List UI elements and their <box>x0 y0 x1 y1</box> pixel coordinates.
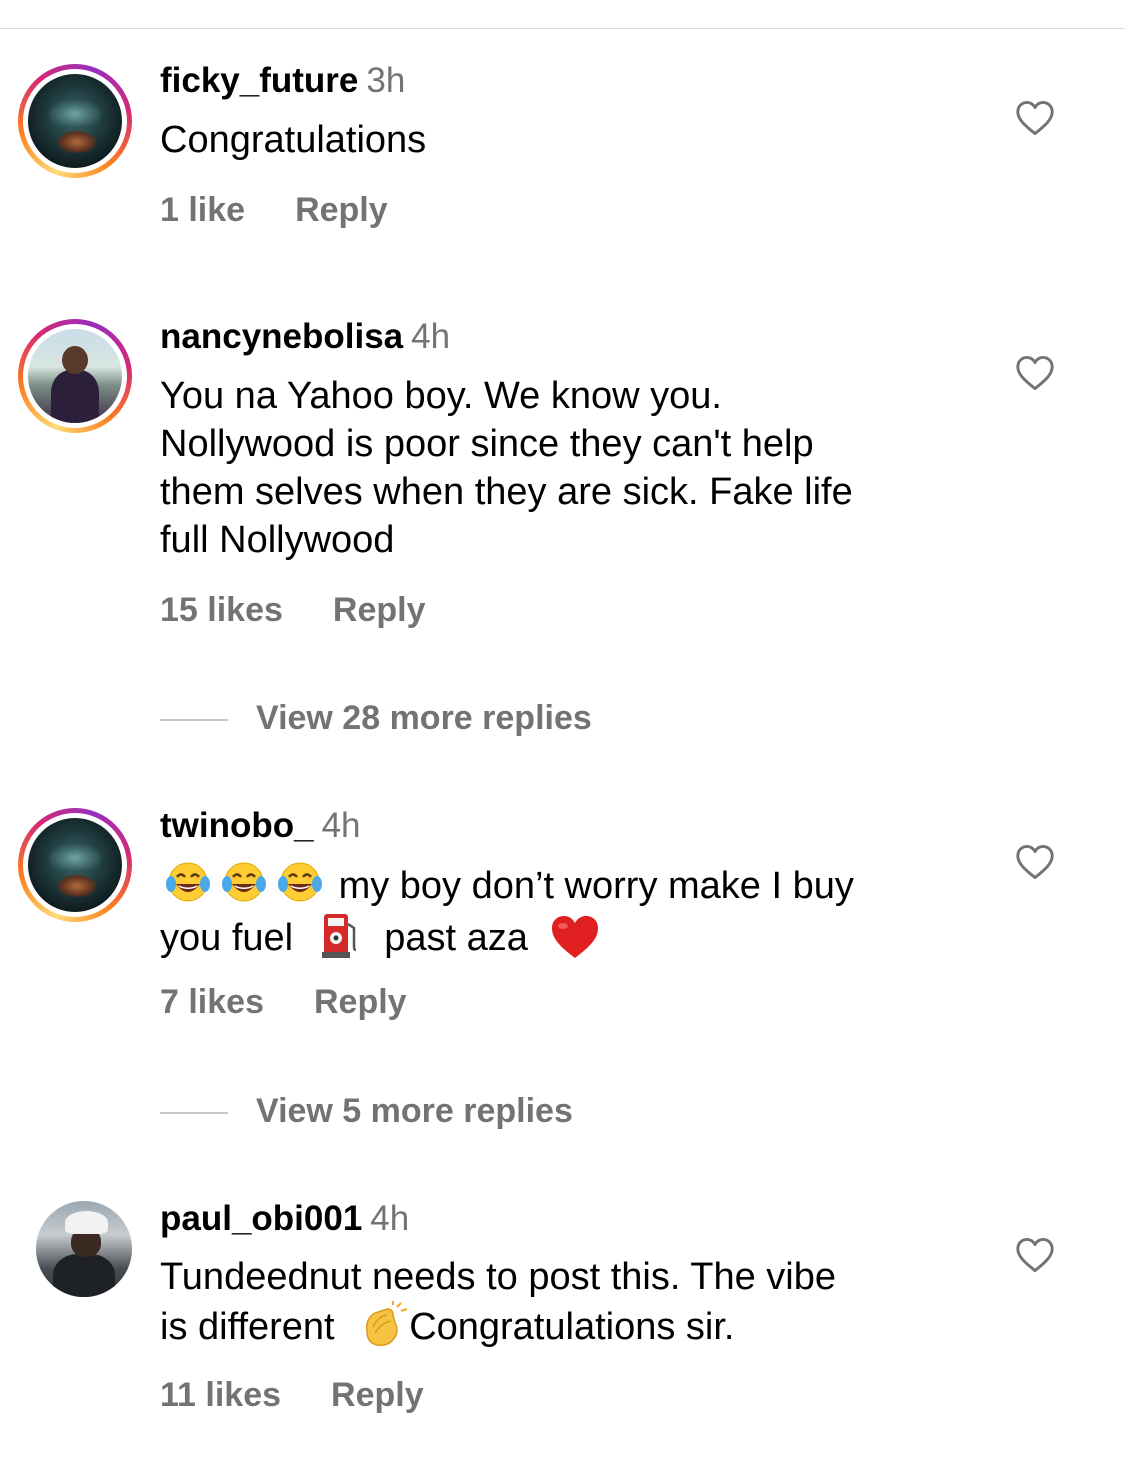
fuel-pump-icon <box>321 914 356 958</box>
laughing-face-icon <box>222 862 266 902</box>
red-heart-icon <box>552 916 599 958</box>
comment-text: my boy don’t worry make I buy you fuel p… <box>160 860 980 962</box>
username[interactable]: ficky_future <box>160 61 358 100</box>
comment-text-line: full Nollywood <box>160 519 395 561</box>
avatar[interactable] <box>18 64 132 178</box>
comment-text-segment: my boy don’t worry make I buy <box>338 865 854 907</box>
reply-button[interactable]: Reply <box>295 191 388 229</box>
timestamp: 4h <box>370 1199 410 1238</box>
likes-count[interactable]: 15 likes <box>160 591 283 629</box>
comment-text-line: Nollywood is poor since they can't help <box>160 423 814 465</box>
comment-text-segment: is different <box>160 1306 335 1348</box>
heart-icon[interactable] <box>1015 1237 1055 1273</box>
heart-icon[interactable] <box>1015 100 1055 136</box>
timestamp: 3h <box>366 61 406 100</box>
comment-text: You na Yahoo boy. We know you. Nollywood… <box>160 372 980 564</box>
replies-divider <box>160 719 228 722</box>
heart-icon[interactable] <box>1015 355 1055 391</box>
comment-text-line: them selves when they are sick. Fake lif… <box>160 471 853 513</box>
top-divider <box>0 28 1125 29</box>
avatar[interactable] <box>18 808 132 922</box>
likes-count[interactable]: 1 like <box>160 191 245 229</box>
view-more-replies[interactable]: View 28 more replies <box>160 698 592 738</box>
comment-text: Congratulations <box>160 119 427 161</box>
comment-text-segment: Congratulations sir. <box>409 1306 735 1348</box>
timestamp: 4h <box>321 806 361 845</box>
reply-button[interactable]: Reply <box>314 983 407 1021</box>
view-more-replies[interactable]: View 5 more replies <box>160 1091 573 1131</box>
view-replies-label[interactable]: View 28 more replies <box>256 699 592 737</box>
avatar[interactable] <box>18 319 132 433</box>
comment-header: twinobo_ 4h <box>160 805 361 847</box>
comment-text-line: Tundeednut needs to post this. The vibe <box>160 1256 837 1298</box>
reply-button[interactable]: Reply <box>333 591 426 629</box>
avatar[interactable] <box>36 1201 132 1297</box>
comment-header: paul_obi001 4h <box>160 1198 409 1240</box>
comment-text-segment: you fuel <box>160 917 294 959</box>
laughing-face-icon <box>278 862 322 902</box>
comment-text: Tundeednut needs to post this. The vibe … <box>160 1253 980 1351</box>
username[interactable]: nancynebolisa <box>160 317 403 356</box>
comment-header: ficky_future 3h <box>160 60 405 102</box>
username[interactable]: paul_obi001 <box>160 1199 362 1238</box>
heart-icon[interactable] <box>1015 844 1055 880</box>
username[interactable]: twinobo_ <box>160 806 314 845</box>
reply-button[interactable]: Reply <box>331 1376 424 1414</box>
likes-count[interactable]: 7 likes <box>160 983 264 1021</box>
replies-divider <box>160 1112 228 1115</box>
comment-text-segment: past aza <box>384 917 528 959</box>
comment-text-line: You na Yahoo boy. We know you. <box>160 375 722 417</box>
clapping-hands-icon <box>366 1301 408 1347</box>
likes-count[interactable]: 11 likes <box>160 1376 281 1414</box>
timestamp: 4h <box>411 317 451 356</box>
laughing-face-icon <box>166 862 210 902</box>
comment-header: nancynebolisa 4h <box>160 316 450 358</box>
view-replies-label[interactable]: View 5 more replies <box>256 1092 573 1130</box>
